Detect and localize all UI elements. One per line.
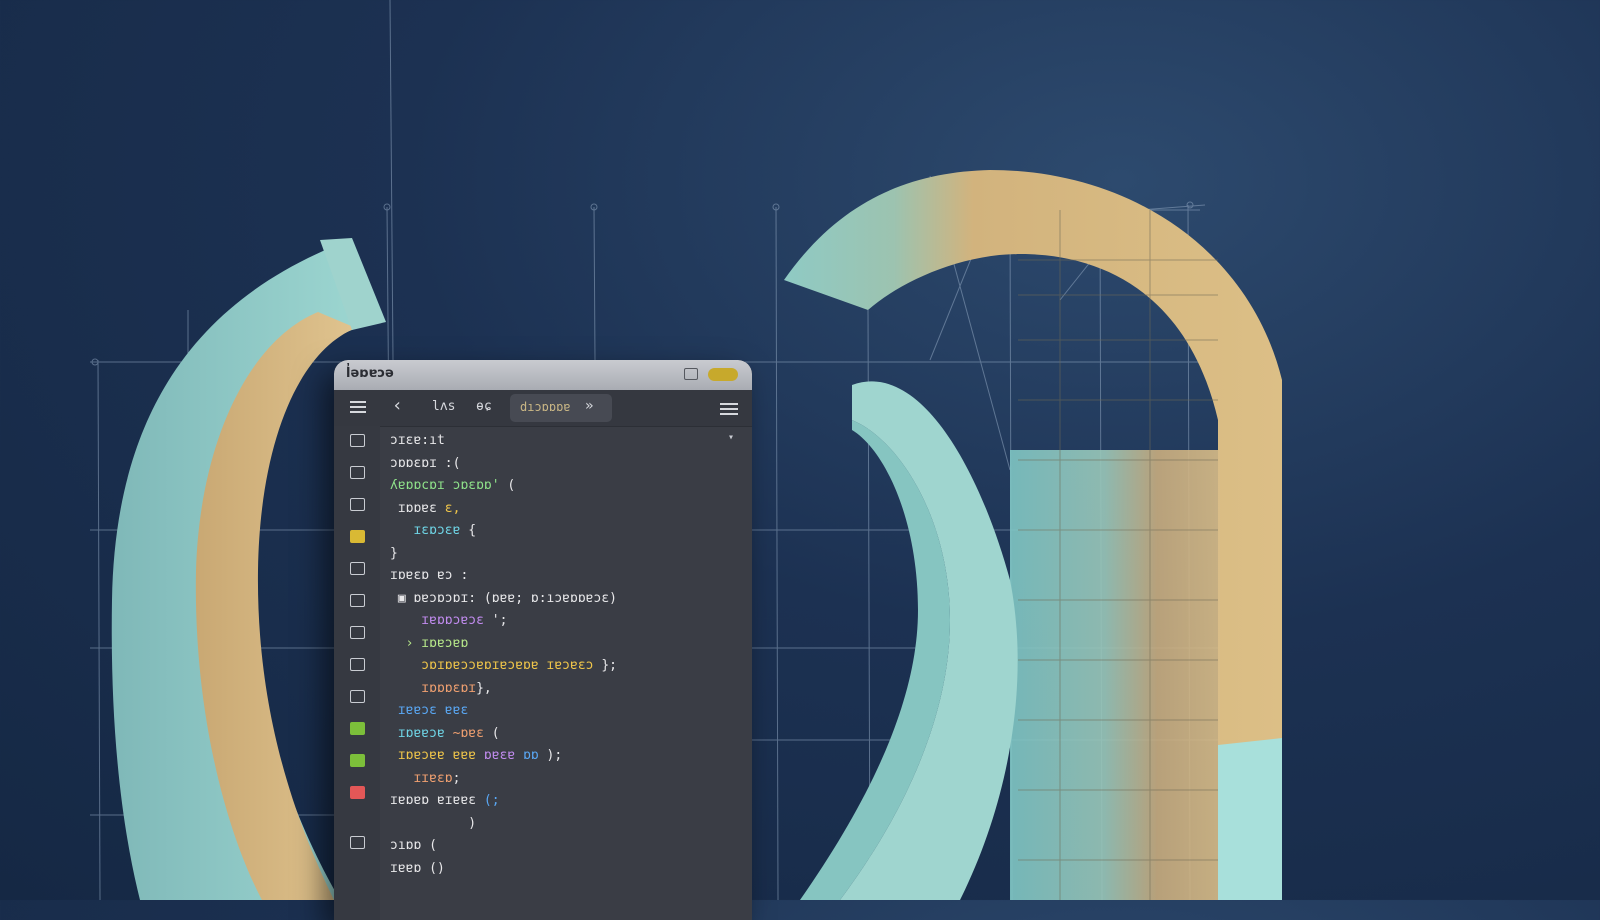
hamburger-menu-icon[interactable] (350, 398, 366, 416)
code-line[interactable]: } (390, 543, 742, 566)
code-token: ʎɐɒɒcɒɪ ɔɒɛɒɒ' (390, 478, 500, 493)
image-icon[interactable] (350, 594, 365, 607)
cloud-icon[interactable] (350, 836, 365, 849)
code-line[interactable]: ɪɐɒɒɔɐɔɛ '; (390, 610, 742, 633)
code-line[interactable]: ɪɒɒɒɛɒɪ}, (390, 678, 742, 701)
window-icon[interactable] (684, 368, 698, 380)
code-line[interactable]: ɪɒɐɐɔɐ ~ɒɐɛ ( (390, 723, 742, 746)
code-token: ɪɒɐɐɔɐ (390, 725, 453, 741)
code-token: ɪɛɒɔɛɐ (390, 523, 469, 538)
code-token: ɪɒɒɐɛ (390, 500, 445, 516)
code-line[interactable]: ɔɒɪɒɐɔɔɐɒɪɐɔɐɒɐ ɪɐɔɐɛɔ }; (390, 655, 742, 678)
extension-icon[interactable] (350, 690, 365, 703)
home-icon[interactable] (350, 562, 365, 575)
abstract-sculpture-scene (90, 0, 1282, 900)
code-token: { (468, 523, 477, 538)
code-token: ɪɒɐɛɒ ɐɔ : (390, 568, 469, 583)
code-editor-window: l̓əɒɐɔə ‹ lʌs ɵɕ dıɔɒɒɒɐ » ▾ ɔɪɛɐ:ıt ɔɒɒɛ… (334, 360, 752, 920)
code-token: ɪɐɐɒ () (390, 860, 445, 876)
code-token: ɒɐɛɐ (483, 748, 524, 763)
document-icon[interactable] (350, 626, 365, 639)
code-area[interactable]: ɔɪɛɐ:ıt ɔɒɒɛɒɪ :( ʎɐɒɒcɒɪ ɔɒɛɒɒ' ( ɪɒɒɐɛ ɛ… (390, 430, 742, 920)
toolbar-item-1[interactable]: lʌs (432, 399, 455, 414)
code-token: ɪɒɐɔɐɐ ɐɐɐ (390, 748, 484, 763)
status-toggle[interactable] (708, 368, 738, 381)
editor-toolbar: ‹ lʌs ɵɕ dıɔɒɒɒɐ » (334, 390, 752, 427)
right-arch-sculpture (784, 170, 1282, 900)
clipboard-icon[interactable] (350, 786, 365, 799)
code-token: ) (390, 815, 477, 831)
code-line[interactable]: ɪɐɐɒ () (390, 858, 742, 881)
code-token: }, (476, 680, 492, 696)
folder-icon[interactable] (350, 434, 365, 447)
code-token: '; (491, 613, 508, 628)
activity-bar (334, 426, 380, 920)
code-token: ~ɒɐɛ (452, 725, 484, 741)
window-title: l̓əɒɐɔə (346, 366, 394, 381)
code-line[interactable]: ɪɪɐɛɒ; (390, 768, 742, 791)
code-token: ɔɪɛɐ:ıt (390, 433, 445, 448)
code-line[interactable]: ɪɒɐɛɒ ɐɔ : (390, 565, 742, 588)
bookmark-icon[interactable] (350, 530, 365, 543)
tab-close-icon[interactable]: » (585, 398, 593, 414)
code-token: ▣ ɒɐɔɒɔɒɪ: (ɒɐɐ; ɒ:ıɔɐɒɒɐɔɛ) (390, 590, 617, 606)
code-token: › ɪɒɐɔɐɒ (390, 635, 469, 651)
code-line[interactable]: ɪɒɒɐɛ ɛ, (390, 498, 742, 521)
settings-sliders-icon[interactable] (720, 400, 738, 418)
code-line[interactable]: ɔɒɒɛɒɪ :( (390, 453, 742, 476)
code-line[interactable]: ▣ ɒɐɔɒɔɒɪ: (ɒɐɐ; ɒ:ıɔɐɒɒɐɔɛ) (390, 588, 742, 611)
code-line[interactable]: ɪɒɐɔɐɐ ɐɐɐ ɒɐɛɐ ɒɒ ); (390, 745, 742, 768)
code-line[interactable]: ɔıɒɒ ( (390, 835, 742, 858)
editor-tab[interactable]: dıɔɒɒɒɐ » (510, 394, 612, 422)
code-line[interactable]: › ɪɒɐɔɐɒ (390, 633, 742, 656)
debug-icon[interactable] (350, 722, 365, 735)
code-token: (; (483, 793, 500, 808)
file-icon[interactable] (350, 466, 365, 479)
toolbar-item-2[interactable]: ɵɕ (476, 399, 492, 414)
code-token: ɔɒɒɛɒɪ :( (390, 455, 461, 471)
code-line[interactable]: ɔɪɛɐ:ıt (390, 430, 742, 453)
code-token: ɪɐɐɔɛ ɐɐɛ (390, 703, 469, 718)
code-line[interactable]: ɪɐɐɔɛ ɐɐɛ (390, 700, 742, 723)
code-token: ( (483, 725, 500, 741)
git-icon[interactable] (350, 658, 365, 671)
code-line[interactable]: ) (390, 813, 742, 836)
back-arrow-icon[interactable]: ‹ (392, 395, 403, 416)
code-token: ɔɒɪɒɐɔɔɐɒɪɐɔɐɒɐ ɪɐɔɐɛɔ (390, 658, 602, 673)
code-token: ɒɒ (523, 748, 539, 763)
editor-titlebar[interactable]: l̓əɒɐɔə (334, 360, 752, 390)
search-icon[interactable] (350, 498, 365, 511)
code-token: ɪɒɒɒɛɒɪ (390, 680, 477, 696)
code-token: ; (452, 770, 461, 786)
code-token: } (390, 545, 398, 561)
code-line[interactable]: ʎɐɒɒcɒɪ ɔɒɛɒɒ' ( (390, 475, 742, 498)
code-line[interactable]: ɪɐɒɐɒ ɐɪɐɐɛ (; (390, 790, 742, 813)
code-token: ( (499, 478, 516, 493)
code-token: ɪɐɒɒɔɐɔɛ (390, 613, 492, 628)
code-token: ɛ, (444, 500, 461, 516)
tab-label: dıɔɒɒɒɐ (520, 400, 571, 414)
bug-icon[interactable] (350, 754, 365, 767)
code-token: ); (538, 748, 563, 763)
code-token: ɔıɒɒ ( (390, 838, 437, 853)
code-token: ɪɪɐɛɒ (390, 770, 453, 786)
code-line[interactable]: ɪɛɒɔɛɐ { (390, 520, 742, 543)
code-token: ɪɐɒɐɒ ɐɪɐɐɛ (390, 793, 484, 808)
code-token: }; (601, 658, 617, 673)
